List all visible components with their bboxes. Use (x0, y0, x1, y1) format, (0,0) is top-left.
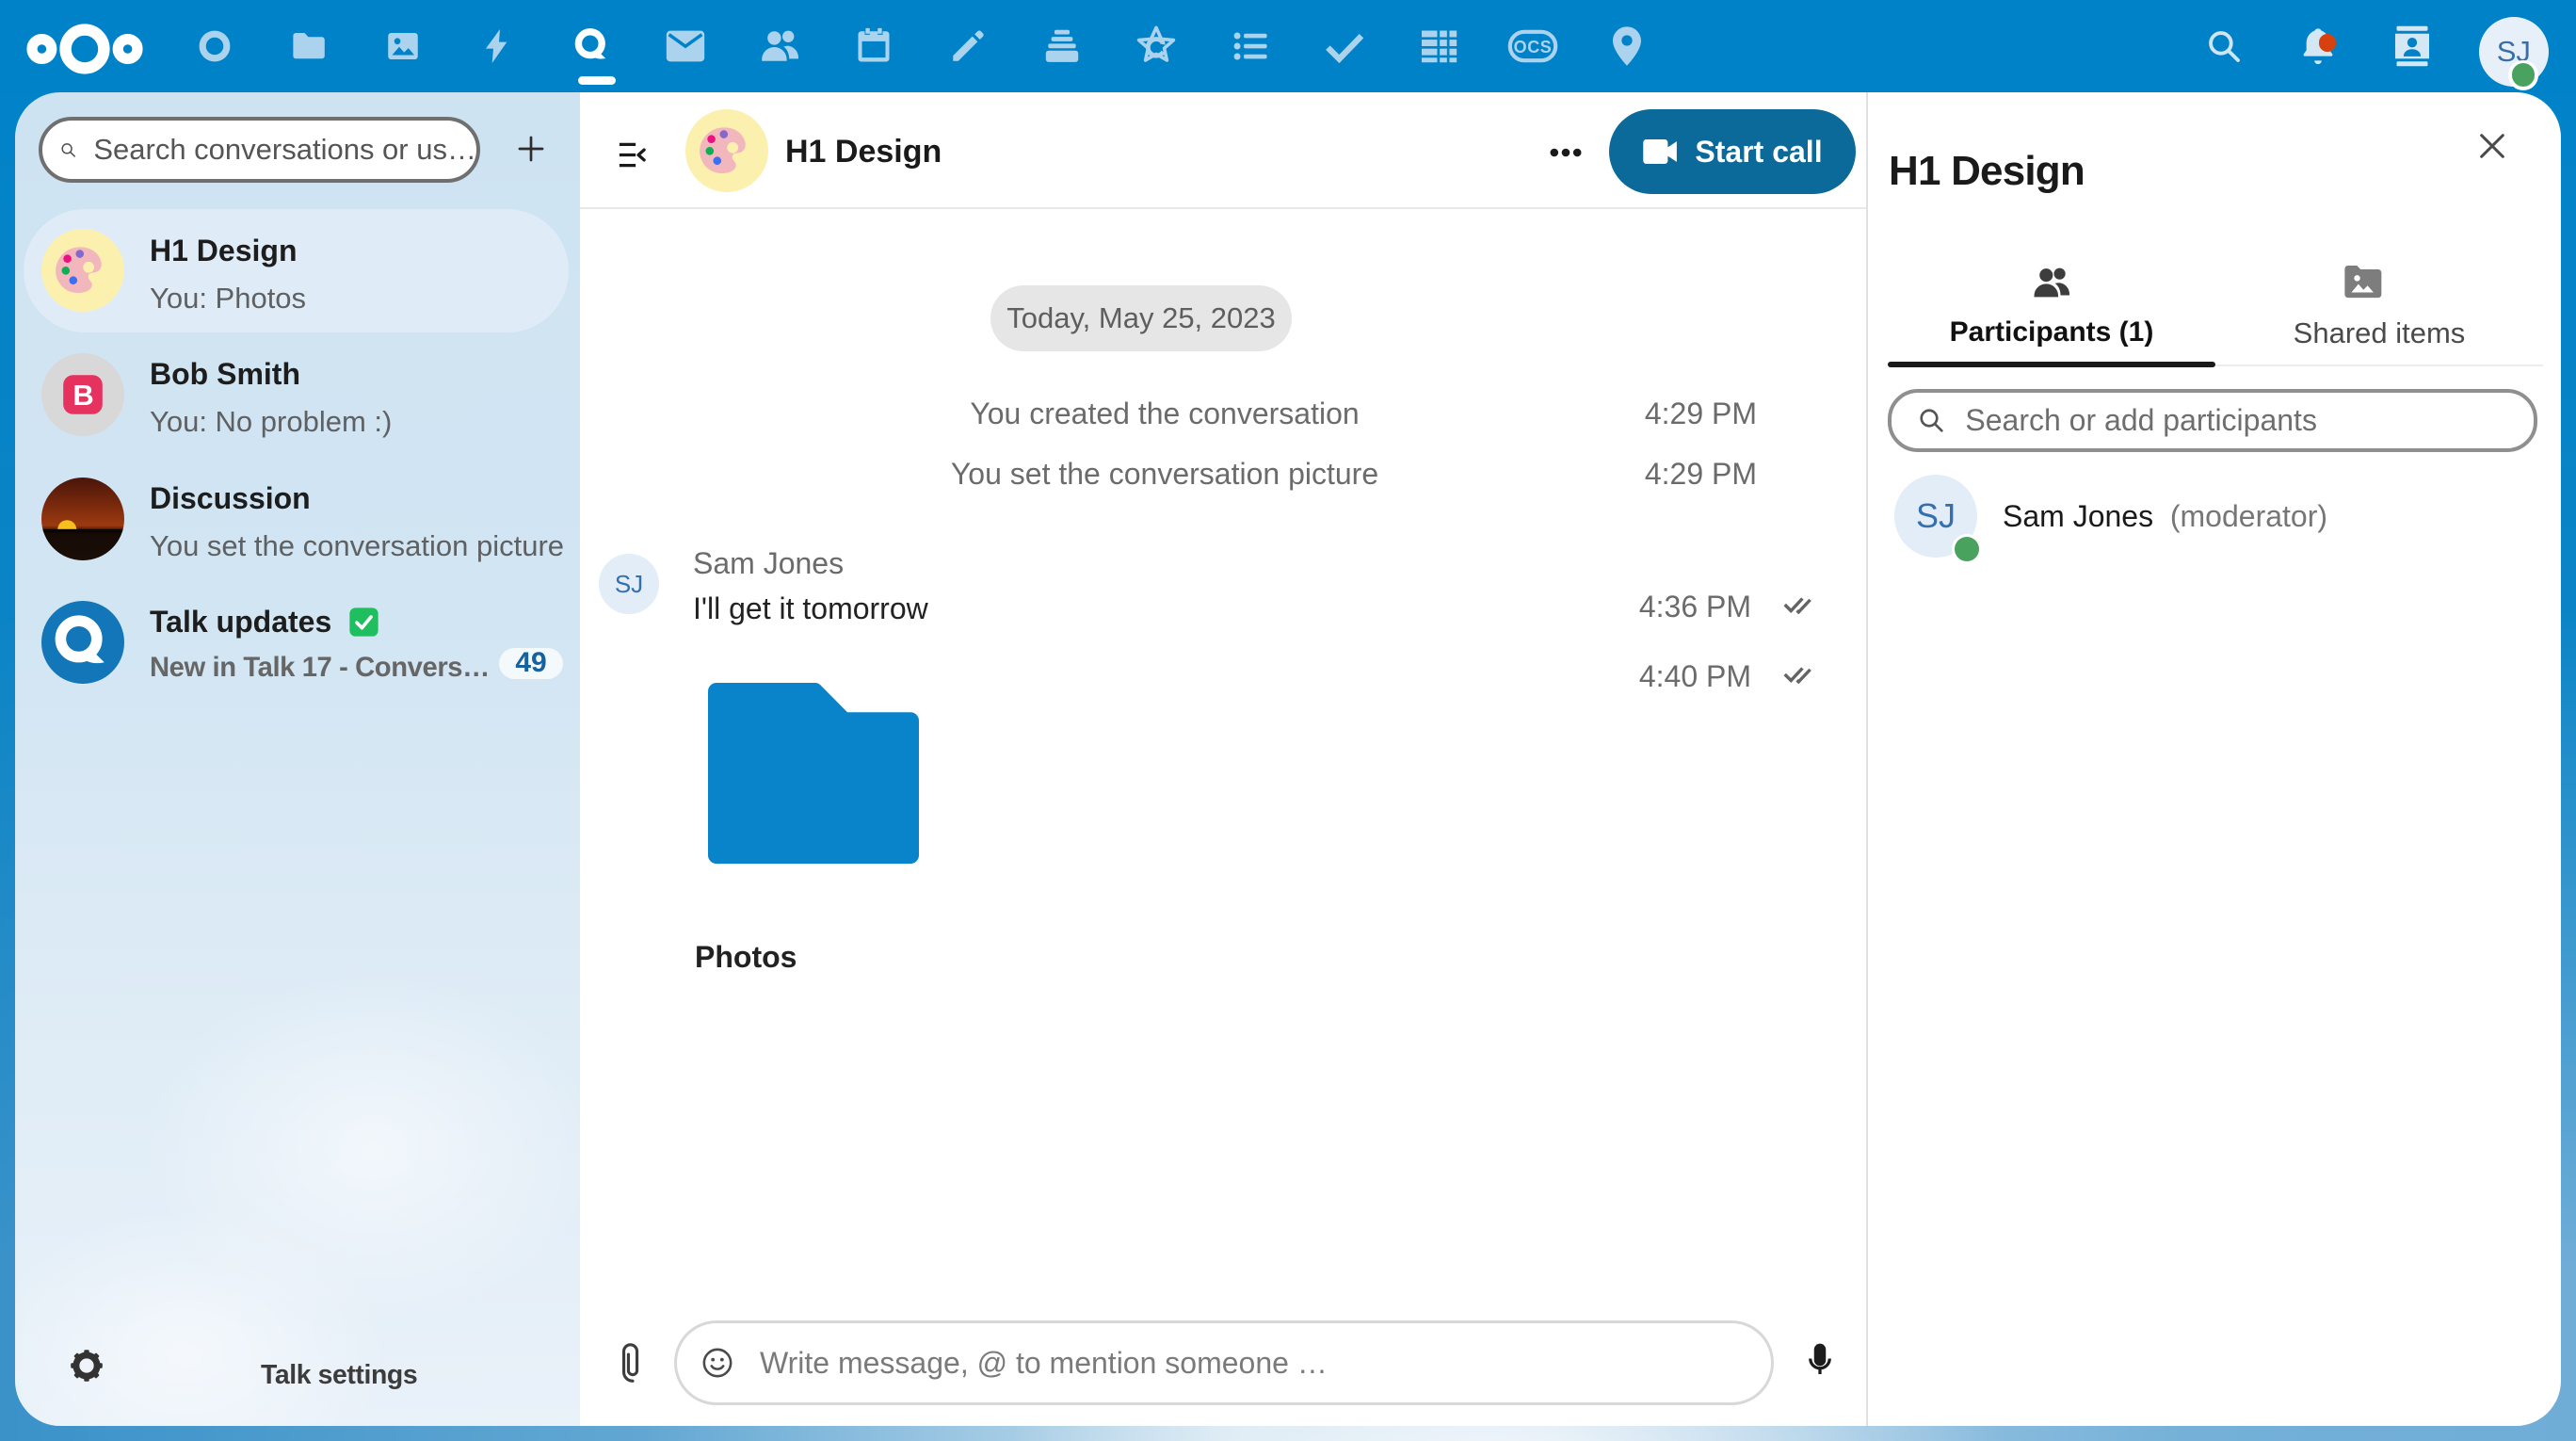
svg-text:OCS: OCS (1514, 38, 1553, 57)
svg-text:B: B (72, 379, 93, 412)
